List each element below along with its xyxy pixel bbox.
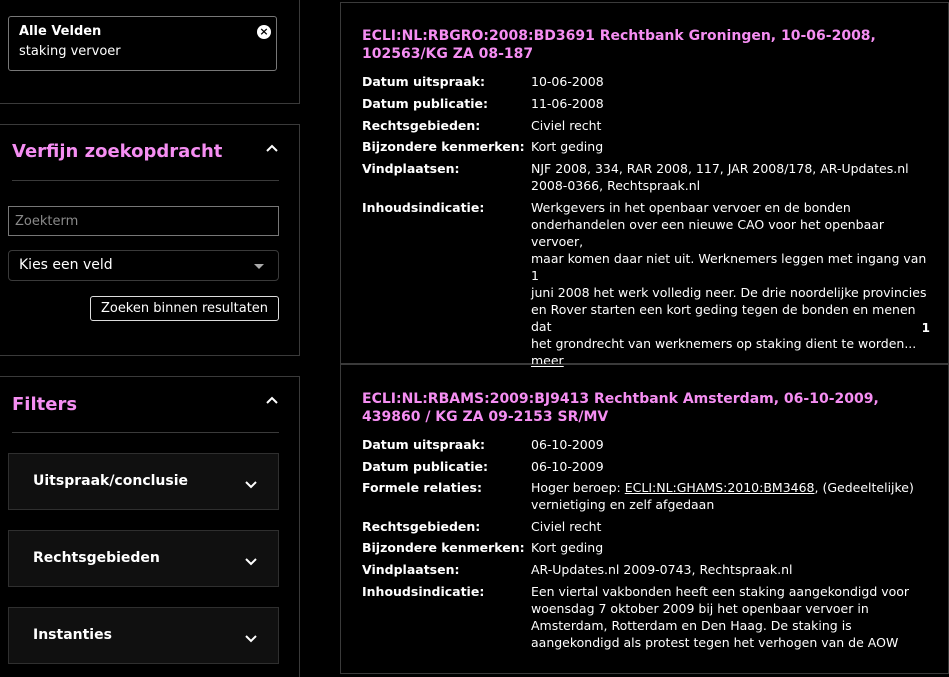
facet-label: Uitspraak/conclusie	[33, 473, 189, 489]
search-term-input[interactable]	[8, 206, 279, 236]
facet-label: Rechtsgebieden	[33, 550, 160, 566]
chevron-down-icon	[245, 558, 257, 566]
summary-line: onderhandelen over een nieuwe CAO voor h…	[531, 217, 885, 249]
chevron-down-icon	[245, 635, 257, 643]
field-label: Bijzondere kenmerken:	[362, 540, 525, 555]
field-label: Inhoudsindicatie:	[362, 584, 485, 599]
result-card: ECLI:NL:RBGRO:2008:BD3691 Rechtbank Gron…	[340, 2, 949, 368]
summary-line: aangekondigd als protest tegen het verho…	[531, 635, 899, 650]
field-label: Formele relaties:	[362, 480, 482, 495]
field-label: Vindplaatsen:	[362, 161, 460, 176]
field-value: 10-06-2008	[531, 74, 604, 89]
search-chip: Alle Velden staking vervoer ×	[8, 16, 277, 71]
field-value: Werkgevers in het openbaar vervoer en de…	[531, 199, 931, 369]
result-card: ECLI:NL:RBAMS:2009:BJ9413 Rechtbank Amst…	[340, 364, 949, 674]
field-select[interactable]: Kies een veld	[8, 250, 279, 281]
field-value: Civiel recht	[531, 118, 602, 133]
search-within-results-button[interactable]: Zoeken binnen resultaten	[90, 296, 279, 321]
field-value-line: vernietiging en zelf afgedaan	[531, 497, 715, 512]
facet-uitspraak-conclusie[interactable]: Uitspraak/conclusie	[8, 453, 279, 510]
field-label: Rechtsgebieden:	[362, 519, 481, 534]
summary-line: woensdag 7 oktober 2009 bij het openbaar…	[531, 601, 869, 616]
field-value: Kort geding	[531, 540, 604, 555]
relation-link[interactable]: ECLI:NL:GHAMS:2010:BM3468	[625, 480, 815, 495]
summary-line: Amsterdam, Rotterdam en Den Haag. De sta…	[531, 618, 852, 633]
chevron-up-icon[interactable]	[265, 393, 279, 407]
relation-suffix: , (Gedeeltelijke)	[814, 480, 914, 495]
summary-line: maar komen daar niet uit. Werknemers leg…	[531, 251, 927, 283]
field-value: Civiel recht	[531, 519, 602, 534]
chip-field-label: Alle Velden	[19, 24, 102, 39]
summary-line: Een viertal vakbonden heeft een staking …	[531, 584, 910, 599]
result-title-link[interactable]: ECLI:NL:RBGRO:2008:BD3691 Rechtbank Gron…	[362, 27, 922, 63]
field-value: Hoger beroep: ECLI:NL:GHAMS:2010:BM3468,…	[531, 479, 931, 513]
chevron-down-icon	[245, 481, 257, 489]
field-value: NJF 2008, 334, RAR 2008, 117, JAR 2008/1…	[531, 160, 931, 194]
field-label: Inhoudsindicatie:	[362, 200, 485, 215]
summary-line: Werkgevers in het openbaar vervoer en de…	[531, 200, 851, 215]
field-value: 11-06-2008	[531, 96, 604, 111]
result-number: 1	[921, 321, 930, 335]
field-value-line: NJF 2008, 334, RAR 2008, 117, JAR 2008/1…	[531, 161, 909, 176]
facet-label: Instanties	[33, 627, 112, 643]
field-label: Bijzondere kenmerken:	[362, 139, 525, 154]
divider	[12, 432, 279, 433]
field-label: Datum uitspraak:	[362, 437, 485, 452]
summary-line: het grondrecht van werknemers op staking…	[531, 336, 917, 351]
field-value: 06-10-2009	[531, 459, 604, 474]
field-value-line: 2008-0366, Rechtspraak.nl	[531, 178, 701, 193]
field-value: Kort geding	[531, 139, 604, 154]
field-value: Een viertal vakbonden heeft een staking …	[531, 583, 931, 651]
active-search-panel: Alle Velden staking vervoer ×	[0, 0, 300, 104]
chip-search-value: staking vervoer	[19, 44, 121, 59]
results-list: ECLI:NL:RBGRO:2008:BD3691 Rechtbank Gron…	[340, 2, 949, 674]
field-value: AR-Updates.nl 2009-0743, Rechtspraak.nl	[531, 562, 793, 577]
field-value: 06-10-2009	[531, 437, 604, 452]
close-icon[interactable]: ×	[257, 25, 271, 39]
field-label: Vindplaatsen:	[362, 562, 460, 577]
caret-down-icon	[254, 264, 264, 269]
field-select-value: Kies een veld	[19, 257, 113, 273]
chevron-up-icon[interactable]	[265, 141, 279, 155]
field-label: Datum uitspraak:	[362, 74, 485, 89]
refine-panel: Verfijn zoekopdracht Kies een veld Zoeke…	[0, 124, 300, 356]
facet-rechtsgebieden[interactable]: Rechtsgebieden	[8, 530, 279, 587]
facet-instanties[interactable]: Instanties	[8, 607, 279, 664]
summary-line: juni 2008 het werk volledig neer. De dri…	[531, 285, 927, 300]
divider	[12, 180, 279, 181]
summary-line: en Rover starten een kort geding tegen d…	[531, 302, 916, 334]
result-title-line: ECLI:NL:RBAMS:2009:BJ9413 Rechtbank Amst…	[362, 391, 879, 407]
field-label: Rechtsgebieden:	[362, 118, 481, 133]
result-title-line: ECLI:NL:RBGRO:2008:BD3691 Rechtbank Gron…	[362, 28, 876, 44]
field-value-line: Hoger beroep: ECLI:NL:GHAMS:2010:BM3468,…	[531, 479, 931, 496]
sidebar: Alle Velden staking vervoer × Verfijn zo…	[0, 0, 300, 677]
refine-title: Verfijn zoekopdracht	[12, 141, 223, 162]
result-title-line: 102563/KG ZA 08-187	[362, 46, 534, 62]
field-label: Datum publicatie:	[362, 459, 489, 474]
result-title-line: 439860 / KG ZA 09-2153 SR/MV	[362, 409, 609, 425]
filters-title: Filters	[12, 394, 78, 415]
filters-panel: Filters Uitspraak/conclusie Rechtsgebied…	[0, 376, 300, 677]
field-label: Datum publicatie:	[362, 96, 489, 111]
relation-prefix: Hoger beroep:	[531, 480, 625, 495]
result-title-link[interactable]: ECLI:NL:RBAMS:2009:BJ9413 Rechtbank Amst…	[362, 390, 922, 426]
